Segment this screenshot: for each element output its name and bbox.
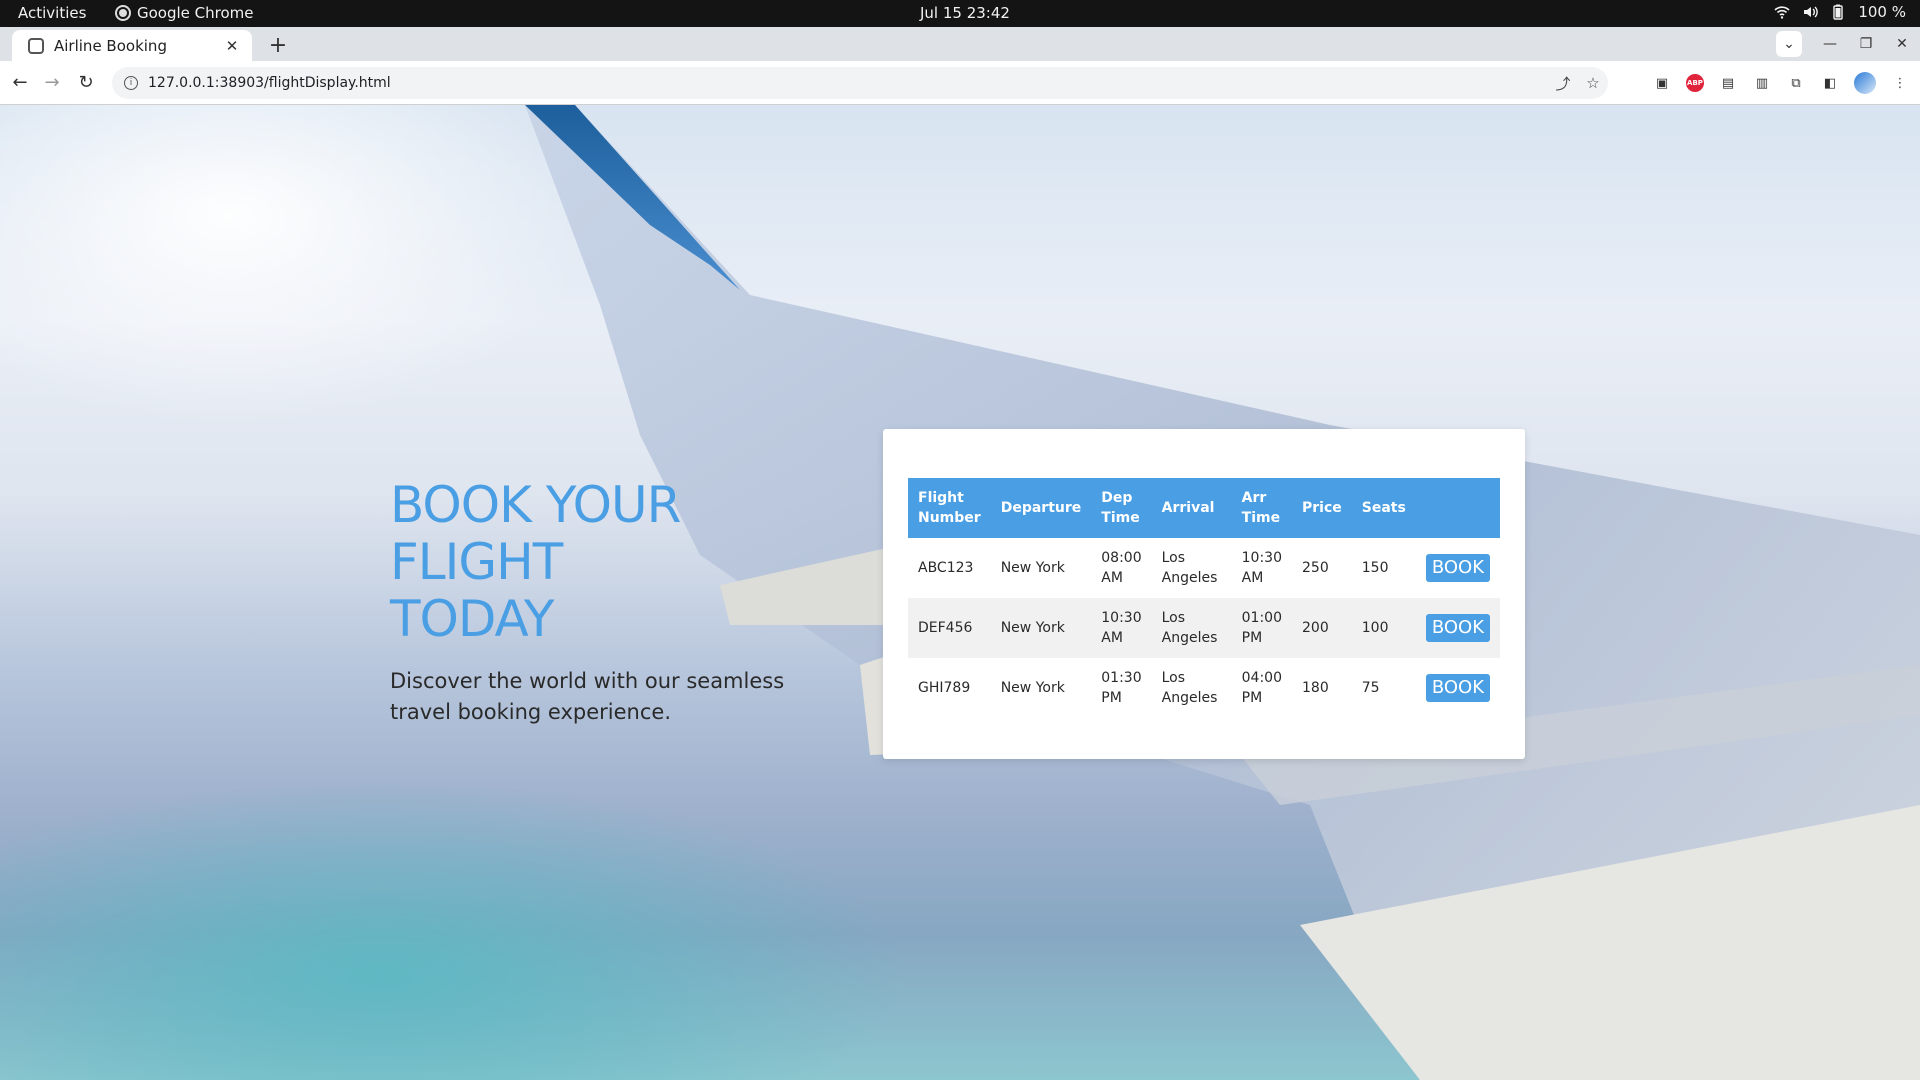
cell-seats: 75	[1361, 680, 1380, 696]
hero-title-line-1: BOOK YOUR	[390, 476, 681, 534]
tab-strip: Airline Booking ✕ + ⌄ — ❐ ✕	[0, 27, 1920, 61]
side-panel-icon[interactable]: ◧	[1820, 73, 1840, 93]
profile-avatar[interactable]	[1854, 72, 1876, 94]
cast-icon[interactable]: ▣	[1652, 73, 1672, 93]
flights-card: Flight Number Departure Dep Time Arrival…	[883, 429, 1525, 759]
back-icon[interactable]: ←	[4, 61, 36, 105]
extension-icon[interactable]: ▤	[1718, 73, 1738, 93]
hero-section: BOOK YOUR FLIGHT TODAY Discover the worl…	[390, 477, 810, 728]
new-tab-button[interactable]: +	[264, 32, 292, 60]
col-dep-time: Dep Time	[1101, 490, 1140, 526]
cell-dep-time: 08:00 AM	[1101, 550, 1142, 586]
battery-icon	[1833, 4, 1844, 20]
page-background: BOOK YOUR FLIGHT TODAY Discover the worl…	[0, 105, 1920, 1080]
wifi-icon	[1774, 6, 1790, 19]
cell-price: 250	[1302, 560, 1329, 576]
col-flight-number: Flight Number	[918, 490, 981, 526]
table-row: DEF456 New York 10:30 AM Los Angeles 01:…	[908, 598, 1500, 658]
window-controls: ⌄ — ❐ ✕	[1776, 27, 1920, 61]
cell-action: BOOK	[1416, 598, 1500, 658]
cell-flight: DEF456	[918, 620, 973, 636]
col-arrival: Arrival	[1161, 500, 1215, 516]
reader-icon[interactable]: ▥	[1752, 73, 1772, 93]
cell-arr-time: 10:30 AM	[1241, 550, 1282, 586]
hero-title: BOOK YOUR FLIGHT TODAY	[390, 477, 810, 648]
col-price: Price	[1302, 500, 1342, 516]
os-top-bar: Activities Google Chrome Jul 15 23:42 10…	[0, 0, 1920, 27]
table-row: ABC123 New York 08:00 AM Los Angeles 10:…	[908, 538, 1500, 598]
clock[interactable]: Jul 15 23:42	[920, 4, 1010, 22]
book-button[interactable]: BOOK	[1425, 674, 1490, 702]
tab-airline-booking[interactable]: Airline Booking ✕	[12, 30, 252, 61]
activities-button[interactable]: Activities	[18, 4, 86, 22]
book-button[interactable]: BOOK	[1425, 614, 1490, 642]
reload-icon[interactable]: ↻	[70, 61, 102, 105]
share-icon[interactable]: ⤴	[1548, 73, 1578, 94]
cell-seats: 100	[1361, 620, 1389, 636]
minimize-icon[interactable]: —	[1812, 36, 1848, 52]
cell-arr-time: 04:00 PM	[1241, 670, 1282, 706]
hero-title-line-2: FLIGHT	[390, 533, 563, 591]
forward-icon[interactable]: →	[36, 61, 68, 105]
cell-arr-time: 01:00 PM	[1241, 610, 1282, 646]
cell-departure: New York	[1000, 560, 1065, 576]
cell-departure: New York	[1000, 680, 1065, 696]
book-button[interactable]: BOOK	[1425, 554, 1490, 582]
table-row: GHI789 New York 01:30 PM Los Angeles 04:…	[908, 658, 1500, 718]
app-name: Google Chrome	[137, 4, 254, 22]
cell-price: 180	[1302, 680, 1329, 696]
bookmark-star-icon[interactable]: ☆	[1578, 74, 1608, 92]
cell-action: BOOK	[1416, 538, 1500, 598]
col-departure: Departure	[1000, 500, 1082, 516]
col-arr-time: Arr Time	[1241, 490, 1281, 526]
adblock-plus-icon[interactable]: ABP	[1686, 74, 1704, 92]
close-window-icon[interactable]: ✕	[1884, 36, 1920, 52]
cell-action: BOOK	[1416, 658, 1500, 718]
battery-level: 100 %	[1858, 3, 1906, 21]
system-tray[interactable]: 100 %	[1774, 3, 1906, 21]
col-action	[1416, 478, 1500, 538]
cell-arrival: Los Angeles	[1161, 670, 1218, 706]
chrome-icon	[117, 7, 129, 19]
cell-dep-time: 01:30 PM	[1101, 670, 1142, 706]
cell-seats: 150	[1361, 560, 1389, 576]
extensions-puzzle-icon[interactable]: ⧉	[1786, 73, 1806, 93]
hero-title-line-3: TODAY	[390, 590, 554, 648]
cell-arrival: Los Angeles	[1161, 550, 1218, 586]
app-menu[interactable]: Google Chrome	[117, 4, 254, 22]
flights-table: Flight Number Departure Dep Time Arrival…	[908, 478, 1500, 718]
menu-kebab-icon[interactable]: ⋮	[1890, 73, 1910, 93]
site-info-icon[interactable]: i	[124, 76, 138, 90]
table-header-row: Flight Number Departure Dep Time Arrival…	[908, 478, 1500, 538]
cell-price: 200	[1302, 620, 1329, 636]
url-text[interactable]: 127.0.0.1:38903/flightDisplay.html	[148, 75, 1548, 91]
tab-close-icon[interactable]: ✕	[220, 37, 244, 55]
tab-search-icon[interactable]: ⌄	[1776, 31, 1802, 57]
extensions-area: ▣ ABP ▤ ▥ ⧉ ◧ ⋮	[1652, 61, 1910, 105]
restore-icon[interactable]: ❐	[1848, 36, 1884, 52]
address-bar[interactable]: i 127.0.0.1:38903/flightDisplay.html ⤴ ☆	[112, 67, 1608, 99]
col-seats: Seats	[1361, 500, 1406, 516]
cell-flight: GHI789	[918, 680, 971, 696]
volume-icon	[1804, 6, 1819, 18]
cell-arrival: Los Angeles	[1161, 610, 1218, 646]
cell-flight: ABC123	[918, 560, 974, 576]
browser-toolbar: ← → ↻ i 127.0.0.1:38903/flightDisplay.ht…	[0, 61, 1920, 105]
tab-title: Airline Booking	[54, 36, 167, 55]
hero-subtitle: Discover the world with our seamless tra…	[390, 669, 785, 724]
cell-dep-time: 10:30 AM	[1101, 610, 1142, 646]
cell-departure: New York	[1000, 620, 1065, 636]
favicon-icon	[28, 37, 44, 54]
